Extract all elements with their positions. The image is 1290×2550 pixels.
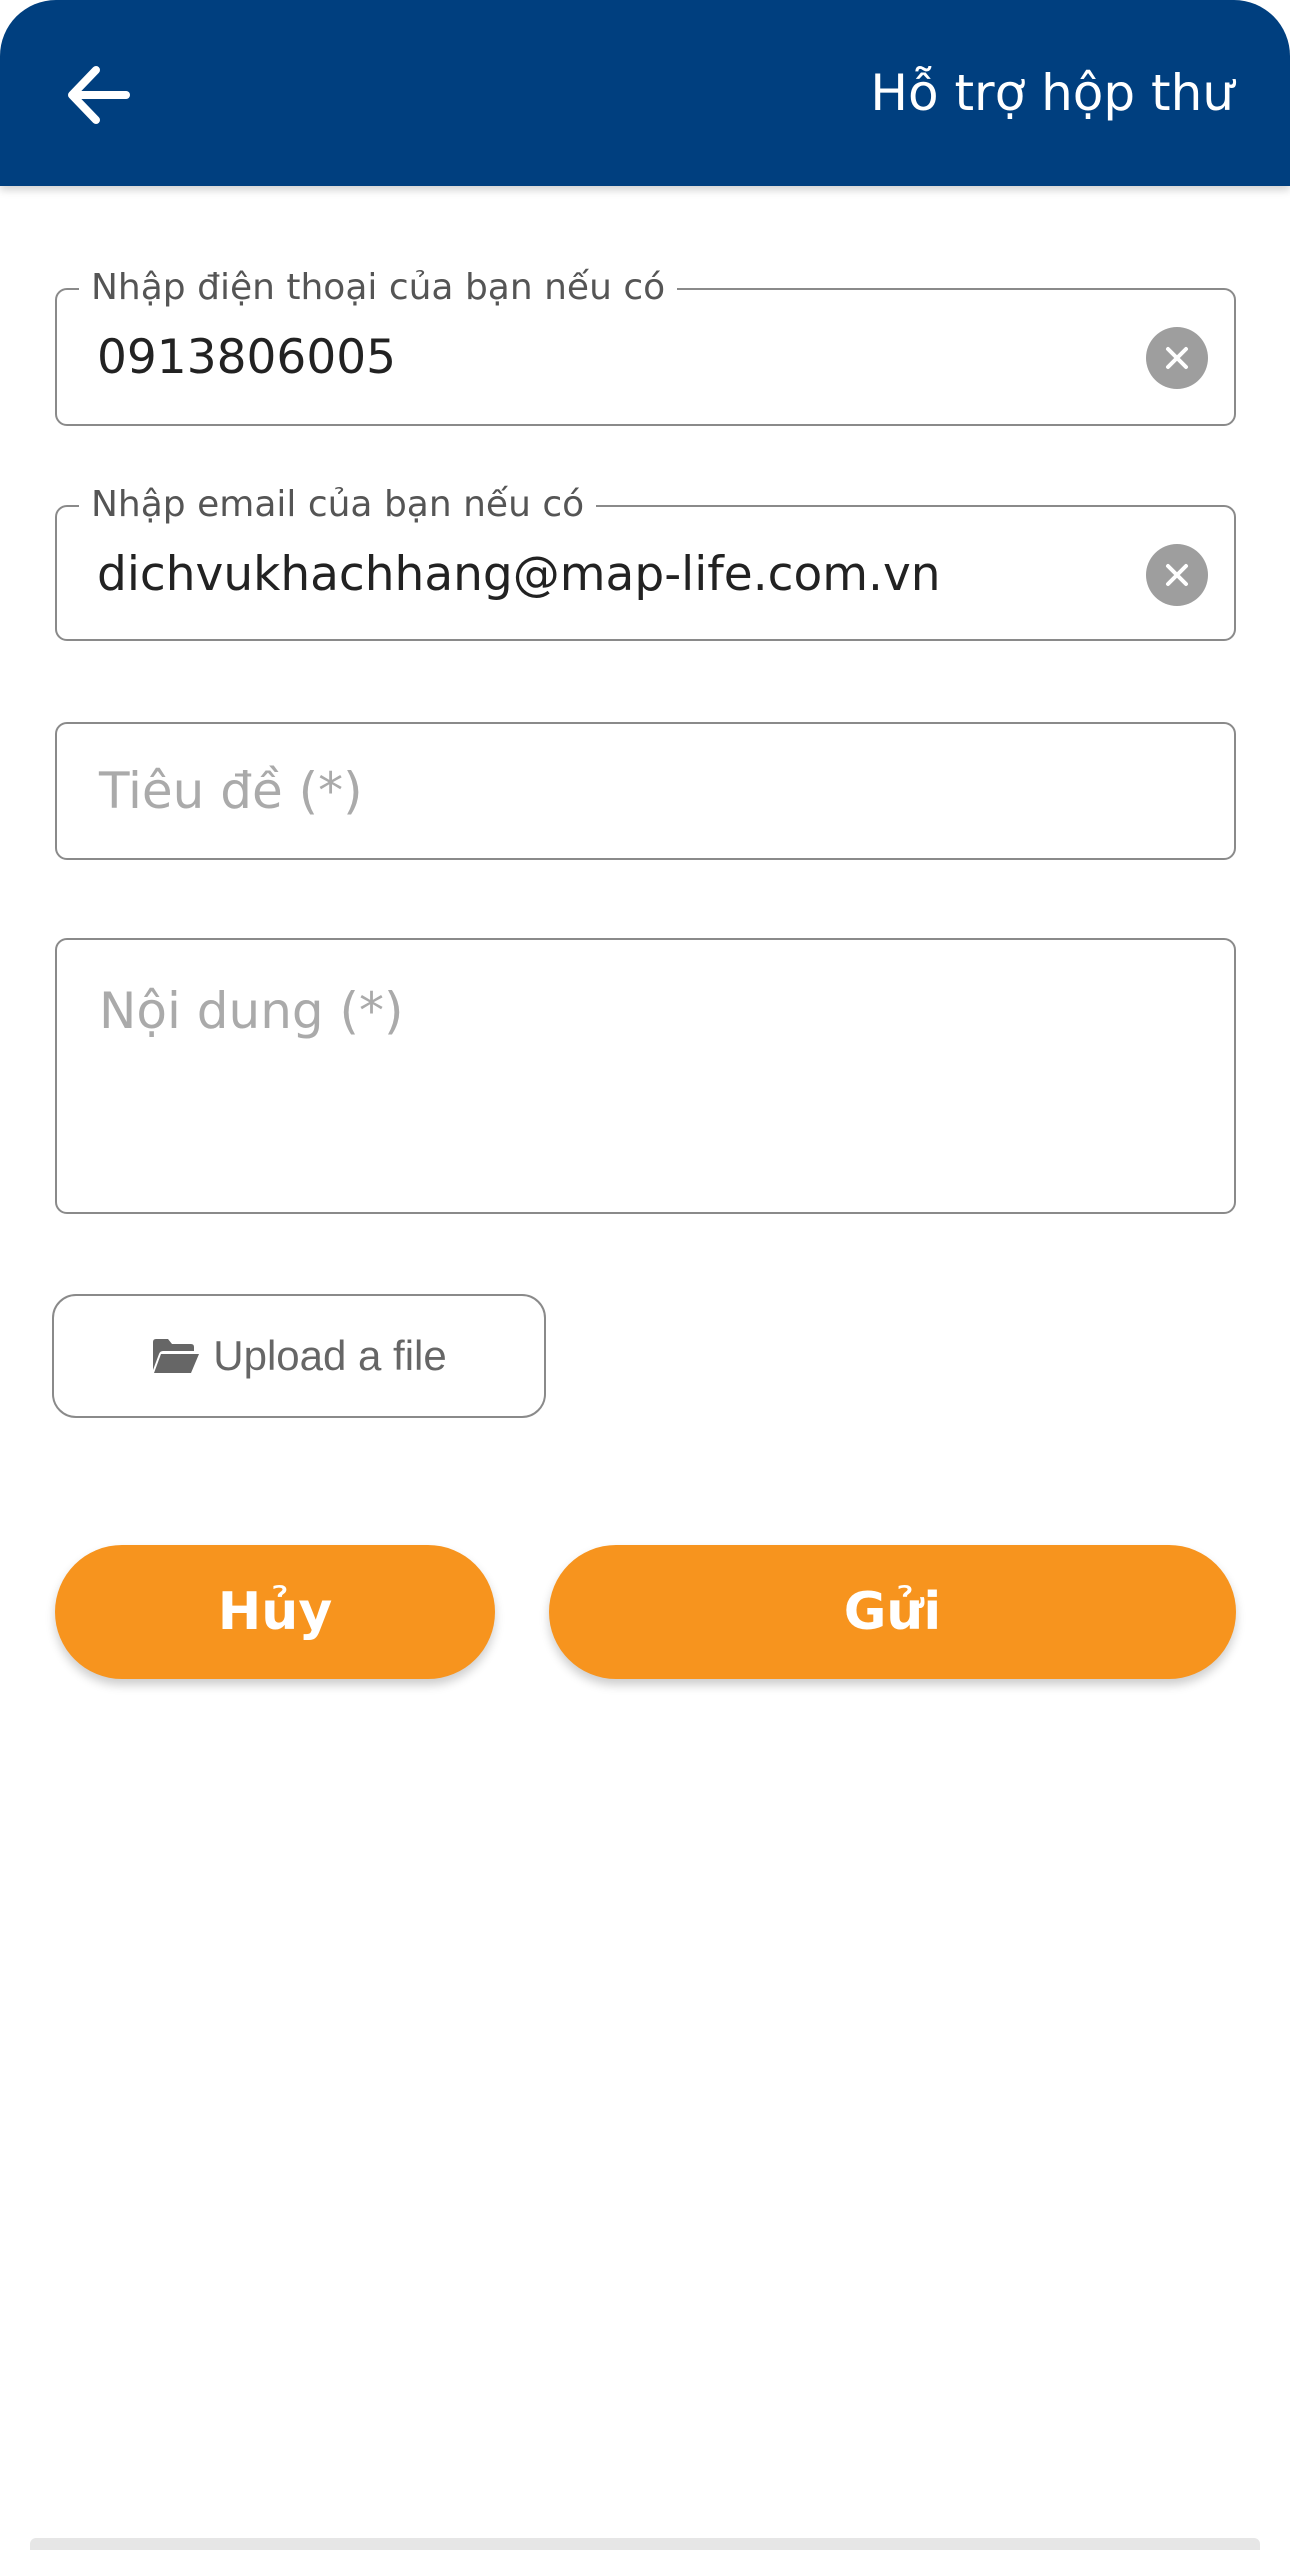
support-mail-screen: Hỗ trợ hộp thư Nhập điện thoại của bạn n…: [0, 0, 1290, 2550]
email-field[interactable]: Nhập email của bạn nếu có dichvukhachhan…: [55, 483, 1236, 641]
content-placeholder: Nội dung (*): [99, 982, 404, 1040]
folder-open-icon: [153, 1339, 200, 1373]
bottom-edge: [30, 2538, 1260, 2550]
phone-field[interactable]: Nhập điện thoại của bạn nếu có 091380600…: [55, 266, 1236, 426]
clear-phone-button[interactable]: [1146, 327, 1208, 389]
app-header: Hỗ trợ hộp thư: [0, 0, 1290, 186]
phone-field-label: Nhập điện thoại của bạn nếu có: [79, 266, 678, 310]
close-icon: [1166, 564, 1188, 586]
email-field-label: Nhập email của bạn nếu có: [79, 483, 597, 527]
cancel-button[interactable]: Hủy: [55, 1545, 495, 1679]
send-button[interactable]: Gửi: [549, 1545, 1236, 1679]
close-icon: [1166, 347, 1188, 369]
arrow-left-icon: [68, 66, 130, 124]
subject-placeholder: Tiêu đề (*): [99, 762, 363, 820]
page-title: Hỗ trợ hộp thư: [870, 64, 1234, 122]
upload-file-button[interactable]: Upload a file: [52, 1294, 546, 1418]
clear-email-button[interactable]: [1146, 544, 1208, 606]
email-input[interactable]: dichvukhachhang@map-life.com.vn: [97, 545, 941, 605]
phone-input[interactable]: 0913806005: [97, 328, 396, 388]
content-field[interactable]: Nội dung (*): [55, 938, 1236, 1214]
subject-field[interactable]: Tiêu đề (*): [55, 722, 1236, 860]
upload-file-label: Upload a file: [213, 1332, 447, 1379]
back-button[interactable]: [58, 55, 138, 135]
